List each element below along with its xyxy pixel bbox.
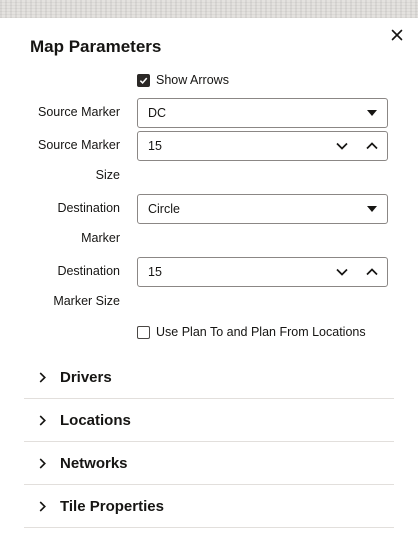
checkbox-checked-icon: [137, 73, 150, 87]
close-button[interactable]: [386, 24, 408, 46]
increment-button[interactable]: [357, 132, 387, 160]
chevron-right-icon: [24, 501, 60, 512]
section-drivers[interactable]: Drivers: [24, 356, 394, 399]
caret-down-icon: [357, 99, 387, 127]
panel-title: Map Parameters: [30, 37, 162, 56]
source-marker-size-input[interactable]: 15: [137, 131, 388, 161]
section-label: Tile Properties: [60, 498, 164, 515]
destination-marker-label-line2: Marker: [81, 231, 120, 245]
destination-marker-size-value: 15: [148, 265, 162, 279]
chevron-right-icon: [24, 415, 60, 426]
section-label: Locations: [60, 412, 131, 429]
source-marker-value: DC: [148, 106, 167, 120]
section-tile-properties[interactable]: Tile Properties: [24, 485, 394, 528]
destination-marker-size-input[interactable]: 15: [137, 257, 388, 287]
show-arrows-checkbox[interactable]: Show Arrows: [137, 73, 229, 87]
divider: [24, 527, 394, 528]
chevron-down-icon: [336, 268, 348, 276]
source-marker-label: Source Marker: [38, 105, 120, 119]
source-marker-size-value: 15: [148, 139, 162, 153]
use-plan-locations-checkbox[interactable]: Use Plan To and Plan From Locations: [137, 325, 366, 339]
decrement-button[interactable]: [327, 258, 357, 286]
chevron-up-icon: [366, 142, 378, 150]
source-marker-select[interactable]: DC: [137, 98, 388, 128]
chevron-up-icon: [366, 268, 378, 276]
destination-marker-size-label-line2: Marker Size: [53, 294, 120, 308]
show-arrows-label: Show Arrows: [156, 73, 229, 87]
section-networks[interactable]: Networks: [24, 442, 394, 485]
chevron-right-icon: [24, 372, 60, 383]
destination-marker-size-label-line1: Destination: [57, 264, 120, 278]
decrement-button[interactable]: [327, 132, 357, 160]
source-marker-size-label-line2: Size: [95, 168, 120, 182]
chevron-right-icon: [24, 458, 60, 469]
source-marker-size-label-line1: Source Marker: [38, 138, 120, 152]
section-label: Drivers: [60, 369, 112, 386]
caret-down-icon: [357, 195, 387, 223]
destination-marker-value: Circle: [148, 202, 180, 216]
checkbox-unchecked-icon: [137, 325, 150, 339]
destination-marker-label-line1: Destination: [57, 201, 120, 215]
close-icon: [391, 29, 403, 41]
background-texture: [0, 0, 418, 18]
increment-button[interactable]: [357, 258, 387, 286]
section-locations[interactable]: Locations: [24, 399, 394, 442]
map-parameters-panel: Map Parameters Show Arrows Source Marker…: [0, 18, 418, 538]
use-plan-locations-label: Use Plan To and Plan From Locations: [156, 325, 366, 339]
section-label: Networks: [60, 455, 128, 472]
destination-marker-select[interactable]: Circle: [137, 194, 388, 224]
chevron-down-icon: [336, 142, 348, 150]
